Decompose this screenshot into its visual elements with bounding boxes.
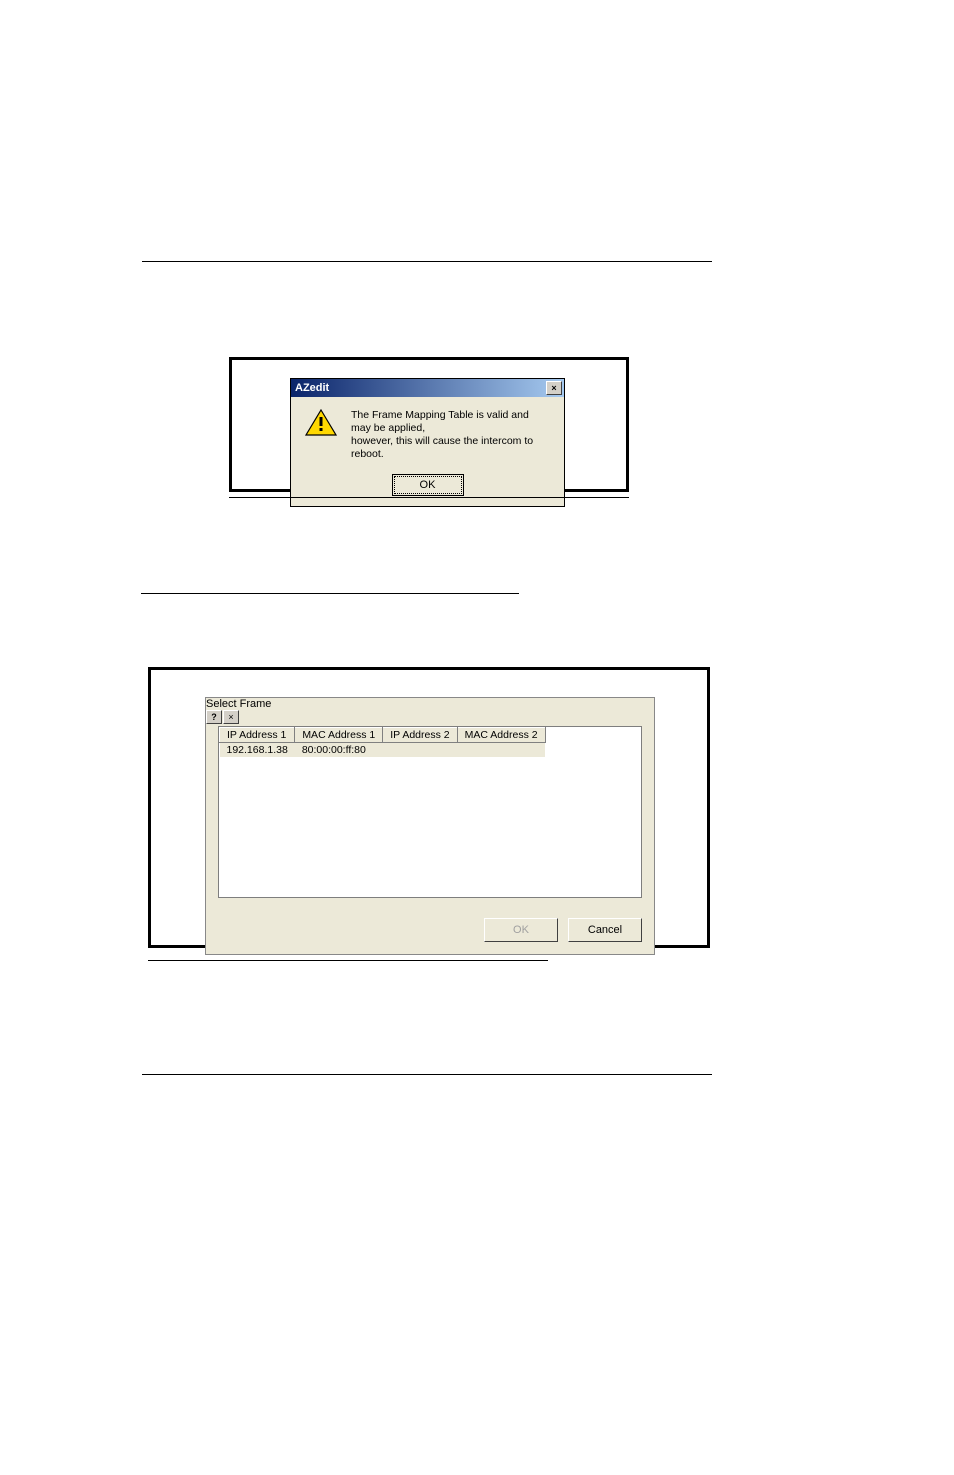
azedit-title: AZedit — [295, 382, 329, 394]
col-ip-address-2[interactable]: IP Address 2 — [383, 728, 457, 743]
cancel-button[interactable]: Cancel — [568, 918, 642, 942]
azedit-message-line-1: The Frame Mapping Table is valid and may… — [351, 409, 550, 435]
close-icon[interactable]: × — [546, 381, 562, 395]
ok-button[interactable]: OK — [392, 474, 464, 496]
select-frame-titlebar[interactable]: Select Frame ? × — [206, 698, 654, 716]
page-rule-top — [142, 261, 712, 262]
azedit-message-line-2: however, this will cause the intercom to… — [351, 435, 550, 461]
select-frame-dialog: Select Frame ? × IP Address 1 MAC Addres… — [205, 697, 655, 955]
azedit-message: The Frame Mapping Table is valid and may… — [351, 409, 550, 462]
col-mac-address-1[interactable]: MAC Address 1 — [295, 728, 383, 743]
select-frame-title: Select Frame — [206, 698, 271, 710]
frame-listview[interactable]: IP Address 1 MAC Address 1 IP Address 2 … — [218, 726, 642, 898]
list-item[interactable]: 192.168.1.38 80:00:00:ff:80 — [220, 743, 546, 758]
help-icon[interactable]: ? — [206, 710, 222, 724]
cell-mac-2 — [457, 743, 545, 758]
cell-mac-1: 80:00:00:ff:80 — [295, 743, 383, 758]
azedit-titlebar[interactable]: AZedit × — [291, 379, 564, 397]
close-icon[interactable]: × — [223, 710, 239, 724]
figure-2-caption-rule — [148, 960, 548, 961]
cell-ip-1: 192.168.1.38 — [220, 743, 295, 758]
warning-icon — [305, 409, 337, 437]
figure-1-caption-rule — [229, 497, 629, 498]
azedit-dialog: AZedit × The Frame Mapping Table is vali… — [290, 378, 565, 507]
text-underline — [141, 593, 519, 594]
col-mac-address-2[interactable]: MAC Address 2 — [457, 728, 545, 743]
col-ip-address-1[interactable]: IP Address 1 — [220, 728, 295, 743]
page-rule-bottom — [142, 1074, 712, 1075]
cell-ip-2 — [383, 743, 457, 758]
ok-button[interactable]: OK — [484, 918, 558, 942]
listview-header-row[interactable]: IP Address 1 MAC Address 1 IP Address 2 … — [220, 728, 546, 743]
